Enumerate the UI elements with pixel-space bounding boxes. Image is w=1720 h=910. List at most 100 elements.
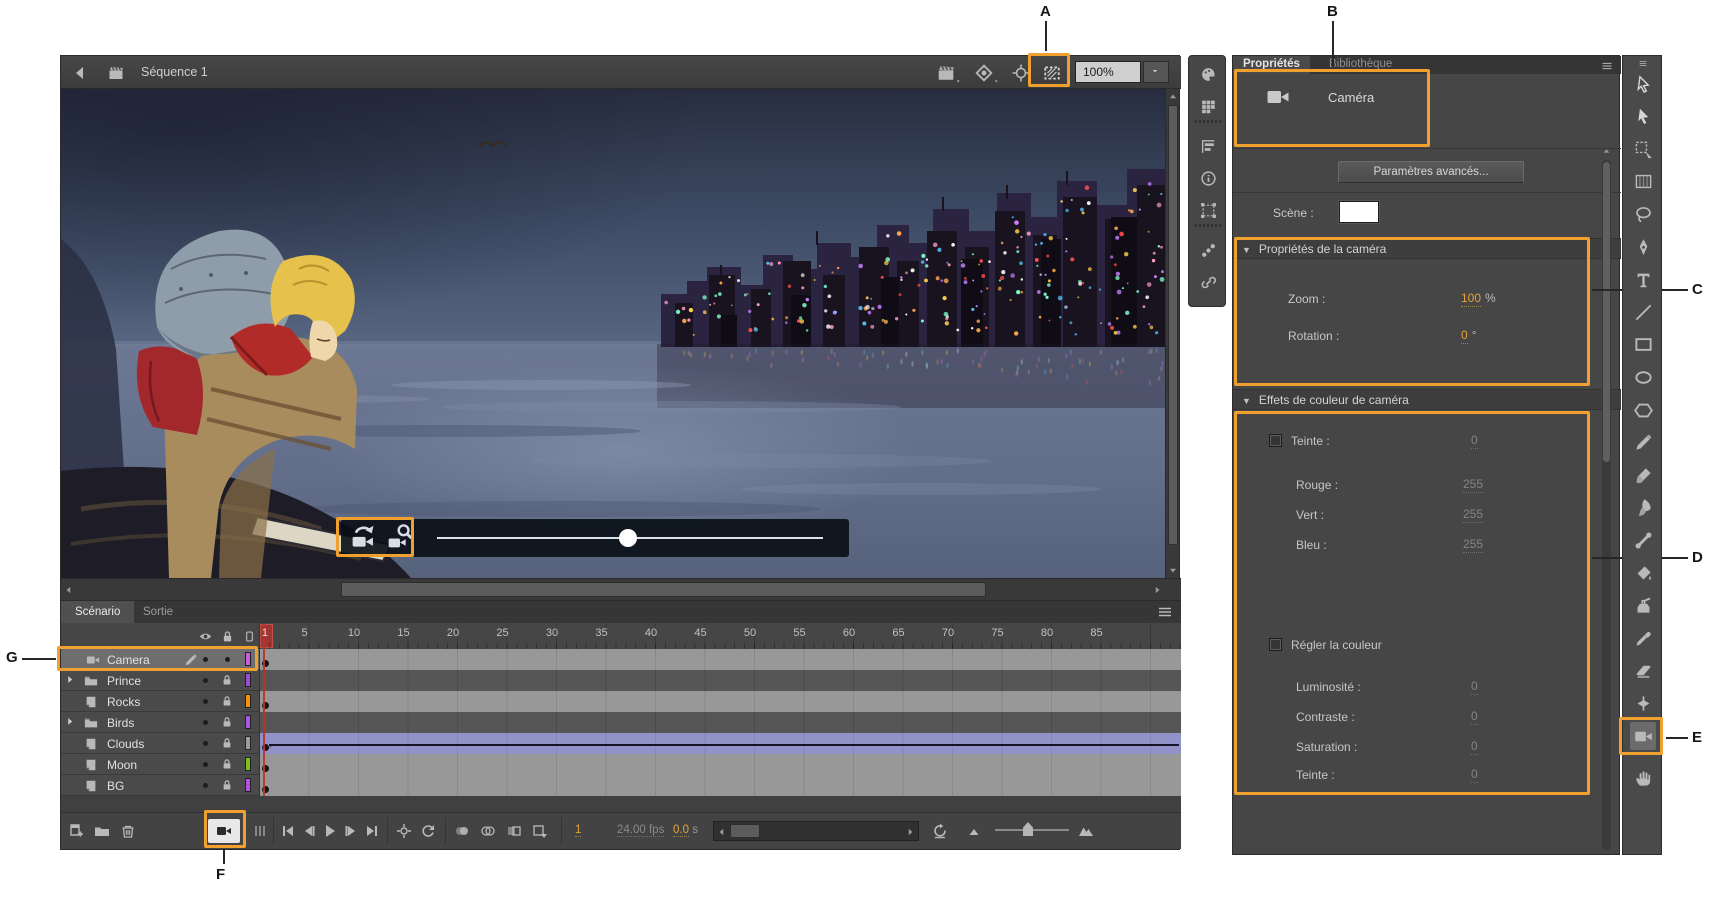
- layer-lock-toggle[interactable]: [225, 657, 230, 662]
- layer-name[interactable]: Clouds: [107, 737, 144, 751]
- edit-symbols-button[interactable]: [971, 62, 998, 84]
- current-frame-field[interactable]: 1: [575, 824, 582, 837]
- layer-frames[interactable]: [259, 691, 1181, 712]
- adjust-row-value[interactable]: 0: [1471, 709, 1478, 725]
- transform-panel-button[interactable]: [1196, 198, 1220, 222]
- hand-tool-button[interactable]: [1630, 764, 1656, 792]
- layer-row-bg[interactable]: BG: [61, 775, 1181, 796]
- marker-lines-button[interactable]: [249, 820, 271, 842]
- scroll-left-icon[interactable]: [63, 584, 75, 596]
- layer-name-column[interactable]: Clouds: [61, 733, 259, 754]
- layer-name[interactable]: Moon: [107, 758, 137, 772]
- playhead-line[interactable]: [263, 624, 265, 796]
- brush-tool-button[interactable]: [1630, 494, 1656, 522]
- new-folder-button[interactable]: [91, 820, 113, 842]
- goto-last-button[interactable]: [361, 820, 383, 842]
- adjust-row-value[interactable]: 0: [1471, 739, 1478, 755]
- layer-visibility-toggle[interactable]: [203, 678, 208, 683]
- adjust-row-value[interactable]: 0: [1471, 767, 1478, 783]
- properties-scrollbar[interactable]: [1602, 160, 1611, 850]
- tab-proprietes[interactable]: Propriétés: [1233, 56, 1310, 74]
- tab-sortie[interactable]: Sortie: [129, 601, 187, 623]
- center-frame-button[interactable]: [393, 820, 415, 842]
- step-back-button[interactable]: [298, 820, 320, 842]
- layer-visibility-toggle[interactable]: [203, 783, 208, 788]
- layer-frames[interactable]: [259, 754, 1181, 775]
- layer-row-camera[interactable]: Camera: [61, 649, 1181, 670]
- tint-checkbox[interactable]: [1269, 434, 1282, 447]
- advanced-settings-button[interactable]: Paramètres avancés...: [1338, 161, 1524, 183]
- layer-visibility-toggle[interactable]: [203, 762, 208, 767]
- layer-frames[interactable]: [259, 775, 1181, 796]
- lasso-tool-button[interactable]: [1630, 200, 1656, 228]
- timeline-menu-icon[interactable]: [1157, 605, 1173, 619]
- text-tool-button[interactable]: [1630, 266, 1656, 294]
- expander-icon[interactable]: [66, 717, 76, 727]
- layer-visibility-toggle[interactable]: [203, 657, 208, 662]
- gradient-transform-tool-button[interactable]: [1630, 168, 1656, 196]
- adjust-row-value[interactable]: 0: [1471, 679, 1478, 695]
- polystar-tool-button[interactable]: [1630, 396, 1656, 424]
- edit-scene-button[interactable]: [933, 62, 960, 84]
- stage-zoom-input[interactable]: 100%: [1075, 61, 1141, 83]
- layer-lock-icon[interactable]: [220, 757, 234, 771]
- camera-tool-button[interactable]: [1630, 722, 1656, 750]
- step-forward-button[interactable]: [340, 820, 362, 842]
- camera-zoom-slider-thumb[interactable]: [619, 529, 637, 547]
- mountain-large-button[interactable]: [1075, 820, 1097, 842]
- scroll-down-icon[interactable]: [1167, 564, 1179, 576]
- eyedropper-tool-button[interactable]: [1630, 624, 1656, 652]
- section-color-effects[interactable]: ▼ Effets de couleur de caméra: [1233, 389, 1621, 410]
- edit-multiple-frames-button[interactable]: [503, 820, 525, 842]
- show-hide-all-layers-icon[interactable]: [197, 628, 213, 644]
- paintbrush-tool-button[interactable]: [1630, 461, 1656, 489]
- outline-all-layers-icon[interactable]: [241, 628, 257, 644]
- scroll-right-icon[interactable]: [1151, 584, 1163, 596]
- adjust-color-checkbox[interactable]: [1269, 638, 1282, 651]
- new-layer-button[interactable]: [65, 820, 87, 842]
- stage-zoom-dropdown-button[interactable]: [1143, 61, 1169, 83]
- link-panel-button[interactable]: [1196, 270, 1220, 294]
- tint-value[interactable]: 0: [1471, 433, 1478, 449]
- selection-tool-button[interactable]: [1630, 70, 1656, 98]
- delete-layer-button[interactable]: [117, 820, 139, 842]
- elapsed-time-field[interactable]: 0.0 s: [673, 824, 698, 837]
- timeline-ruler[interactable]: 1 5 10 15 20 25 30 35 40 45 50 55 60 65 70 75 80 85: [259, 623, 1181, 649]
- lock-all-layers-icon[interactable]: [219, 628, 235, 644]
- play-button[interactable]: [319, 820, 341, 842]
- layer-name-column[interactable]: Moon: [61, 754, 259, 775]
- layer-row-clouds[interactable]: Clouds ›: [61, 733, 1181, 754]
- layer-lock-icon[interactable]: [220, 673, 234, 687]
- line-tool-button[interactable]: [1630, 298, 1656, 326]
- channel-value[interactable]: 255: [1463, 477, 1484, 493]
- layer-row-rocks[interactable]: Rocks: [61, 691, 1181, 712]
- layer-name[interactable]: Prince: [107, 674, 141, 688]
- onion-skin-button[interactable]: [451, 820, 473, 842]
- mountain-small-button[interactable]: [963, 820, 985, 842]
- subselection-tool-button[interactable]: [1630, 103, 1656, 131]
- oval-tool-button[interactable]: [1630, 363, 1656, 391]
- layer-name[interactable]: Rocks: [107, 695, 140, 709]
- layer-visibility-toggle[interactable]: [203, 720, 208, 725]
- camera-view-button[interactable]: [1039, 62, 1065, 84]
- modify-markers-button[interactable]: [529, 820, 551, 842]
- rotation-value[interactable]: 0: [1461, 328, 1468, 344]
- layer-row-moon[interactable]: Moon: [61, 754, 1181, 775]
- onion-skin-outline-button[interactable]: [477, 820, 499, 842]
- layer-frames[interactable]: [259, 670, 1181, 691]
- loop-playback-button[interactable]: [417, 820, 439, 842]
- layer-row-prince[interactable]: Prince: [61, 670, 1181, 691]
- free-transform-tool-button[interactable]: [1630, 135, 1656, 163]
- zoom-camera-button[interactable]: [387, 523, 413, 549]
- scene-color-swatch[interactable]: [1339, 201, 1379, 223]
- ink-bottle-tool-button[interactable]: [1630, 592, 1656, 620]
- center-stage-button[interactable]: [1008, 62, 1034, 84]
- tab-scenario[interactable]: Scénario: [61, 601, 135, 623]
- color-panel-button[interactable]: [1196, 62, 1220, 86]
- layer-name-column[interactable]: Prince: [61, 670, 259, 691]
- stage-horizontal-scrollbar[interactable]: [61, 578, 1181, 601]
- scroll-up-icon[interactable]: [1167, 91, 1179, 103]
- pen-tool-button[interactable]: [1630, 233, 1656, 261]
- layer-name-column[interactable]: Birds: [61, 712, 259, 733]
- layer-frames[interactable]: ›: [259, 733, 1181, 754]
